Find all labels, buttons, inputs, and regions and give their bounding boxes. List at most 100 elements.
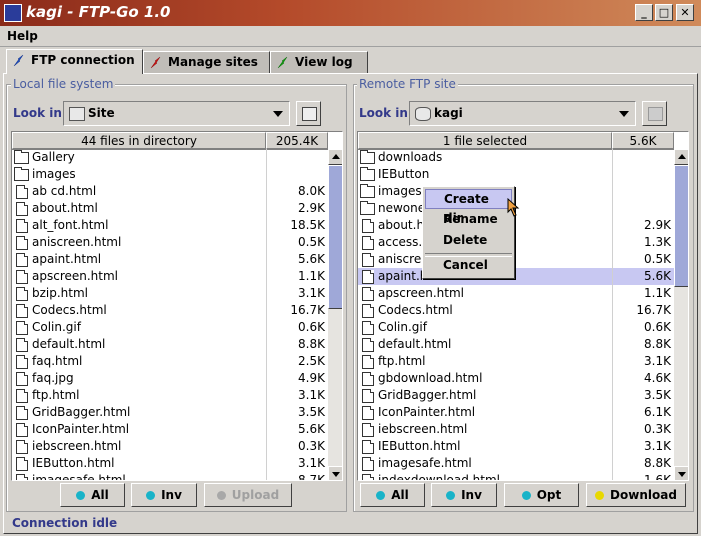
file-size: 18.5K bbox=[290, 218, 325, 232]
table-row[interactable]: GridBagger.html 3.5K bbox=[358, 387, 674, 404]
remote-scrollbar[interactable] bbox=[674, 149, 688, 480]
local-scrollbar[interactable] bbox=[328, 149, 342, 480]
local-count-header[interactable]: 44 files in directory bbox=[12, 132, 266, 149]
table-row[interactable]: imagesafe.html 8.8K bbox=[358, 455, 674, 472]
table-row[interactable]: about.html 2.9K bbox=[12, 200, 328, 217]
local-all-button[interactable]: All bbox=[60, 483, 125, 507]
table-row[interactable]: bzip.html 3.1K bbox=[12, 285, 328, 302]
tab-manage-sites[interactable]: Manage sites bbox=[143, 51, 270, 73]
remote-size-header[interactable]: 5.6K bbox=[612, 132, 674, 149]
table-row[interactable]: aniscre 0.5K bbox=[358, 251, 674, 268]
table-row[interactable]: IEButton.html 3.1K bbox=[12, 455, 328, 472]
minimize-button[interactable]: _ bbox=[635, 4, 653, 21]
table-row[interactable]: apaint.html 5.6K bbox=[358, 268, 674, 285]
table-row[interactable]: aniscreen.html 0.5K bbox=[12, 234, 328, 251]
opt-button[interactable]: Opt bbox=[504, 483, 579, 507]
menu-item-delete[interactable]: Delete bbox=[425, 231, 512, 251]
file-icon bbox=[16, 185, 28, 199]
remote-up-folder-button[interactable] bbox=[642, 101, 667, 126]
remote-table-header: 1 file selected 5.6K bbox=[358, 132, 674, 150]
local-inv-button[interactable]: Inv bbox=[131, 483, 197, 507]
upload-button[interactable]: Upload bbox=[204, 483, 292, 507]
close-button[interactable]: ✕ bbox=[676, 4, 694, 21]
scroll-thumb[interactable] bbox=[328, 165, 342, 309]
scroll-down-button[interactable] bbox=[328, 466, 342, 480]
menu-help[interactable]: Help bbox=[7, 29, 38, 43]
table-row[interactable]: faq.html 2.5K bbox=[12, 353, 328, 370]
file-icon bbox=[16, 423, 28, 437]
scroll-thumb[interactable] bbox=[674, 165, 688, 287]
file-size: 1.3K bbox=[644, 235, 671, 249]
column-divider bbox=[612, 336, 613, 353]
table-row[interactable]: IconPainter.html 5.6K bbox=[12, 421, 328, 438]
table-row[interactable]: default.html 8.8K bbox=[358, 336, 674, 353]
column-divider bbox=[612, 149, 613, 166]
table-row[interactable]: Gallery bbox=[12, 149, 328, 166]
local-file-table[interactable]: 44 files in directory 205.4K Gallery imag… bbox=[11, 131, 343, 481]
remote-file-table[interactable]: 1 file selected 5.6K downloads IEButton im… bbox=[357, 131, 689, 481]
table-row[interactable]: images bbox=[12, 166, 328, 183]
menu-item-create-dir[interactable]: Create dir bbox=[425, 189, 512, 225]
maximize-button[interactable]: □ bbox=[655, 4, 673, 21]
table-row[interactable]: IEButton.html 3.1K bbox=[358, 438, 674, 455]
file-name: imagesafe.html bbox=[378, 456, 472, 470]
remote-all-button[interactable]: All bbox=[360, 483, 425, 507]
column-divider bbox=[612, 302, 613, 319]
file-name: default.html bbox=[32, 337, 106, 351]
table-row[interactable]: Colin.gif 0.6K bbox=[12, 319, 328, 336]
file-icon bbox=[362, 338, 374, 352]
table-row[interactable]: GridBagger.html 3.5K bbox=[12, 404, 328, 421]
column-divider bbox=[612, 234, 613, 251]
table-row[interactable]: apscreen.html 1.1K bbox=[12, 268, 328, 285]
local-size-header[interactable]: 205.4K bbox=[266, 132, 328, 149]
table-row[interactable]: access.j 1.3K bbox=[358, 234, 674, 251]
menu-bar bbox=[0, 26, 701, 47]
table-row[interactable]: indexdownload.html 1.6K bbox=[358, 472, 674, 480]
table-row[interactable]: iebscreen.html 0.3K bbox=[12, 438, 328, 455]
file-size: 5.6K bbox=[644, 269, 671, 283]
table-row[interactable]: ab cd.html 8.0K bbox=[12, 183, 328, 200]
local-lookin-select[interactable]: Site bbox=[63, 101, 290, 126]
scroll-up-button[interactable] bbox=[328, 149, 342, 165]
table-row[interactable]: imagesafe.html 8.7K bbox=[12, 472, 328, 481]
remote-count-header[interactable]: 1 file selected bbox=[358, 132, 612, 149]
scroll-down-button[interactable] bbox=[674, 466, 688, 480]
file-name: Colin.gif bbox=[32, 320, 81, 334]
table-row[interactable]: Codecs.html 16.7K bbox=[358, 302, 674, 319]
file-size: 8.7K bbox=[298, 473, 325, 481]
file-size: 16.7K bbox=[290, 303, 325, 317]
table-row[interactable]: downloads bbox=[358, 149, 674, 166]
table-row[interactable]: ftp.html 3.1K bbox=[358, 353, 674, 370]
local-up-folder-button[interactable] bbox=[296, 101, 321, 126]
file-name: IEButton.html bbox=[378, 439, 461, 453]
table-row[interactable]: alt_font.html 18.5K bbox=[12, 217, 328, 234]
menu-item-rename[interactable]: Rename bbox=[425, 210, 512, 230]
file-name: default.html bbox=[378, 337, 452, 351]
file-name: images bbox=[32, 167, 76, 181]
tab-view-log[interactable]: View log bbox=[270, 51, 368, 73]
table-row[interactable]: apaint.html 5.6K bbox=[12, 251, 328, 268]
download-button[interactable]: Download bbox=[586, 483, 686, 507]
menu-item-cancel[interactable]: Cancel bbox=[425, 256, 512, 276]
file-icon bbox=[16, 474, 28, 480]
table-row[interactable]: apscreen.html 1.1K bbox=[358, 285, 674, 302]
table-row[interactable]: gbdownload.html 4.6K bbox=[358, 370, 674, 387]
table-row[interactable]: Colin.gif 0.6K bbox=[358, 319, 674, 336]
table-row[interactable]: IEButton bbox=[358, 166, 674, 183]
table-row[interactable]: faq.jpg 4.9K bbox=[12, 370, 328, 387]
table-row[interactable]: iebscreen.html 0.3K bbox=[358, 421, 674, 438]
table-row[interactable]: ftp.html 3.1K bbox=[12, 387, 328, 404]
file-size: 8.8K bbox=[644, 456, 671, 470]
scroll-up-button[interactable] bbox=[674, 149, 688, 165]
file-icon bbox=[362, 304, 374, 318]
table-row[interactable]: default.html 8.8K bbox=[12, 336, 328, 353]
remote-inv-button[interactable]: Inv bbox=[431, 483, 497, 507]
lightning-icon bbox=[150, 56, 161, 69]
tab-ftp-connection[interactable]: FTP connection bbox=[6, 49, 143, 74]
table-row[interactable]: Codecs.html 16.7K bbox=[12, 302, 328, 319]
table-row[interactable]: IconPainter.html 6.1K bbox=[358, 404, 674, 421]
hand-cursor-icon bbox=[507, 198, 520, 217]
remote-lookin-select[interactable]: kagi bbox=[409, 101, 636, 126]
lightning-icon bbox=[13, 54, 24, 67]
table-row[interactable]: about.ht 2.9K bbox=[358, 217, 674, 234]
